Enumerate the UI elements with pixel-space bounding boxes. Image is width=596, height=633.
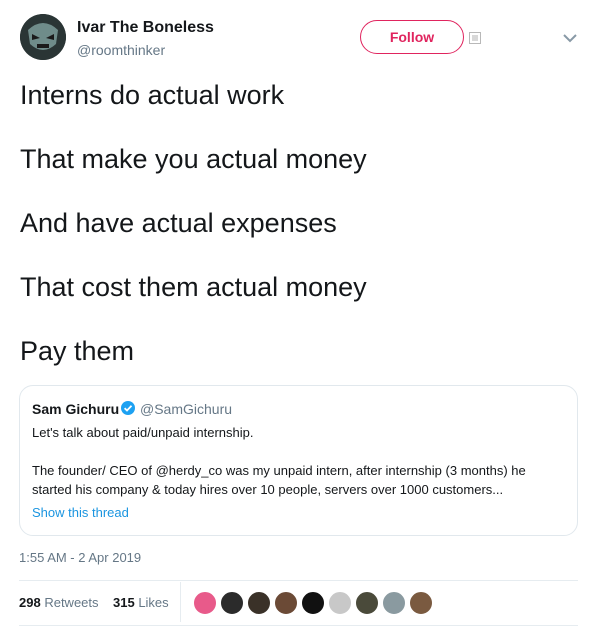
tweet-header: Ivar The Boneless @roomthinker Follow <box>0 0 596 70</box>
liker-avatar[interactable] <box>300 590 326 616</box>
liker-avatar[interactable] <box>381 590 407 616</box>
tweet-line: Pay them <box>20 336 135 366</box>
liker-avatar[interactable] <box>273 590 299 616</box>
retweets-label[interactable]: Retweets <box>44 595 98 610</box>
likes-label[interactable]: Likes <box>138 595 168 610</box>
quoted-text: Let's talk about paid/unpaid internship.… <box>32 423 562 499</box>
author-name[interactable]: Ivar The Boneless <box>77 19 214 37</box>
tweet-line: Interns do actual work <box>20 80 285 110</box>
follow-button[interactable]: Follow <box>360 20 464 54</box>
tweet-line: That cost them actual money <box>20 272 367 302</box>
broken-image-icon <box>469 32 481 44</box>
quoted-line: started his company & today hires over 1… <box>32 482 504 497</box>
liker-avatar[interactable] <box>327 590 353 616</box>
retweets-count[interactable]: 298 <box>19 595 41 610</box>
liker-avatar[interactable] <box>219 590 245 616</box>
likes-count[interactable]: 315 <box>113 595 135 610</box>
quoted-line: The founder/ CEO of @herdy_co was my unp… <box>32 463 526 478</box>
tweet-text: Interns do actual work That make you act… <box>20 78 580 398</box>
liker-avatar[interactable] <box>354 590 380 616</box>
divider <box>19 625 578 626</box>
tweet-line: That make you actual money <box>20 144 367 174</box>
verified-badge-icon <box>121 401 135 415</box>
quoted-line: Let's talk about paid/unpaid internship. <box>32 425 254 440</box>
tweet-stats: 298 Retweets 315 Likes <box>19 595 169 610</box>
author-avatar[interactable] <box>20 14 66 60</box>
divider <box>19 580 578 581</box>
liker-avatar[interactable] <box>408 590 434 616</box>
liker-avatar[interactable] <box>246 590 272 616</box>
tweet-line: And have actual expenses <box>20 208 337 238</box>
quoted-author-handle: @SamGichuru <box>140 401 233 417</box>
stats-separator <box>180 582 181 622</box>
quoted-author-name: Sam Gichuru <box>32 401 120 417</box>
quoted-tweet[interactable]: Sam Gichuru @SamGichuru Let's talk about… <box>19 385 578 536</box>
tweet-timestamp[interactable]: 1:55 AM - 2 Apr 2019 <box>19 550 141 565</box>
show-thread-link[interactable]: Show this thread <box>32 505 129 520</box>
liker-avatar[interactable] <box>192 590 218 616</box>
author-handle[interactable]: @roomthinker <box>77 42 165 58</box>
chevron-down-icon[interactable] <box>562 32 578 44</box>
